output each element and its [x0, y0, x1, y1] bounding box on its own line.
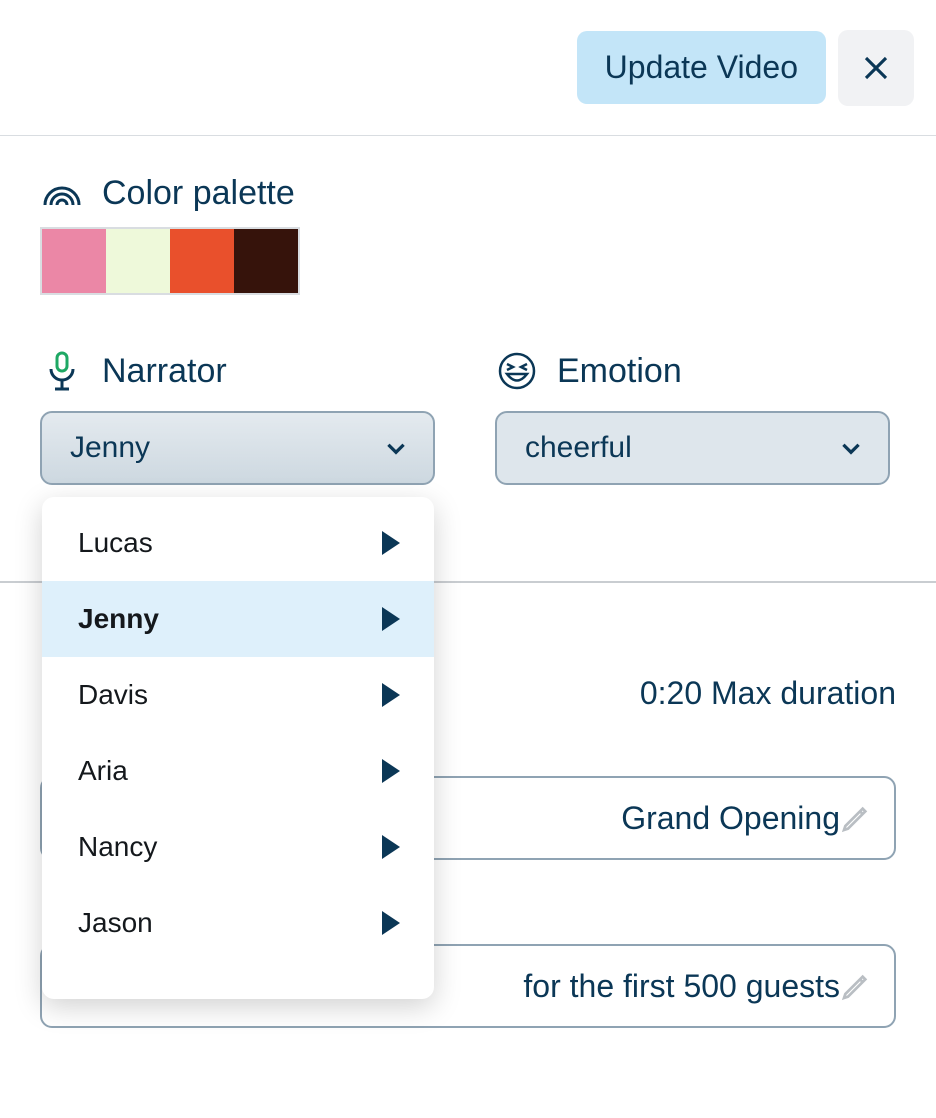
palette-swatch-0[interactable] [42, 229, 106, 293]
narrator-selected-value: Jenny [70, 431, 150, 465]
emotion-selected-value: cheerful [525, 431, 632, 465]
update-video-button[interactable]: Update Video [577, 31, 826, 104]
close-button[interactable] [838, 30, 914, 106]
chevron-down-icon [383, 435, 409, 461]
top-bar: Update Video [0, 0, 936, 136]
pencil-icon[interactable] [840, 802, 872, 834]
controls-panel: Color palette Narrator Jenny [0, 136, 936, 485]
rainbow-icon [40, 180, 84, 208]
narrator-select[interactable]: Jenny LucasJennyDavisAriaNancyJason [40, 411, 435, 485]
palette-title: Color palette [102, 174, 295, 213]
narrator-option-lucas[interactable]: Lucas [42, 505, 434, 581]
emotion-section: Emotion cheerful [495, 351, 890, 485]
narrator-dropdown: Lucas Jenny Davis Aria Nancy Jason [42, 497, 434, 999]
narrator-option-label: Aria [78, 755, 128, 787]
pencil-icon[interactable] [840, 970, 872, 1002]
palette-swatch-3[interactable] [234, 229, 298, 293]
narrator-option-jenny[interactable]: Jenny [42, 581, 434, 657]
narrator-option-label: Davis [78, 679, 148, 711]
play-icon[interactable] [382, 911, 400, 935]
play-icon[interactable] [382, 607, 400, 631]
play-icon[interactable] [382, 531, 400, 555]
close-icon [861, 53, 891, 83]
narrator-option-jason[interactable]: Jason [42, 885, 434, 961]
narrator-option-label: Jenny [78, 603, 159, 635]
narrator-section: Narrator Jenny LucasJennyDavisAriaNancyJ… [40, 351, 435, 485]
narrator-option-label: Lucas [78, 527, 153, 559]
microphone-icon [40, 351, 84, 391]
chevron-down-icon [838, 435, 864, 461]
palette-swatch-2[interactable] [170, 229, 234, 293]
narrator-option-label: Nancy [78, 831, 157, 863]
narrator-option-davis[interactable]: Davis [42, 657, 434, 733]
play-icon[interactable] [382, 759, 400, 783]
palette-swatch-1[interactable] [106, 229, 170, 293]
palette-swatches [40, 227, 300, 295]
palette-header: Color palette [40, 174, 896, 213]
emotion-title: Emotion [557, 352, 682, 391]
narrator-option-aria[interactable]: Aria [42, 733, 434, 809]
narrator-title: Narrator [102, 352, 227, 391]
emotion-select[interactable]: cheerful [495, 411, 890, 485]
play-icon[interactable] [382, 835, 400, 859]
narrator-option-label: Jason [78, 907, 153, 939]
narrator-option-nancy[interactable]: Nancy [42, 809, 434, 885]
play-icon[interactable] [382, 683, 400, 707]
laugh-icon [495, 351, 539, 391]
